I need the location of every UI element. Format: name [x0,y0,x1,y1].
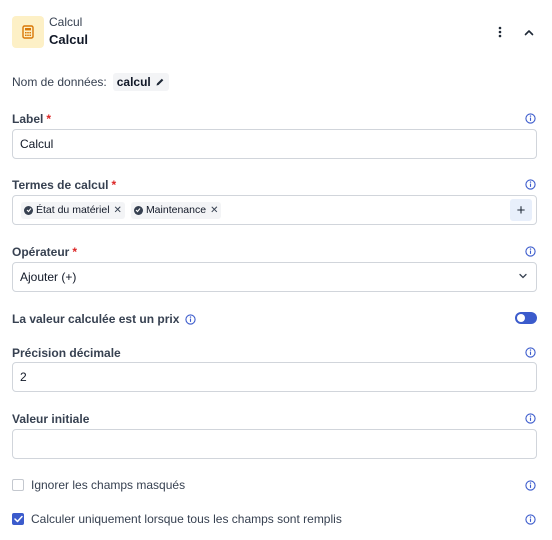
ignore-hidden-checkbox[interactable] [12,479,24,491]
chevron-down-icon [519,273,527,279]
pencil-icon [156,78,164,86]
info-icon[interactable] [525,179,536,190]
info-icon[interactable] [525,347,536,358]
remove-tag-icon[interactable]: ✕ [114,205,122,216]
field-header: Calcul Calcul [12,14,540,50]
term-tag-label: État du matériel [36,204,110,216]
data-name-row: Nom de données: calcul [12,73,169,91]
label-input[interactable] [13,130,536,158]
more-options-button[interactable] [490,22,510,42]
info-icon[interactable] [525,514,536,525]
ignore-hidden-label: Ignorer les champs masqués [31,478,186,492]
operator-select[interactable]: Ajouter (+) [12,262,537,292]
add-term-button[interactable]: + [510,199,532,221]
terms-field-label: Termes de calcul * [12,178,117,192]
term-tag: État du matériel ✕ [21,201,125,219]
toggle-knob [517,314,525,322]
operator-field-label: Opérateur * [12,245,78,259]
chevron-up-icon [524,29,534,35]
collapse-button[interactable] [519,22,539,42]
label-input-wrapper [12,129,537,159]
info-icon[interactable] [525,246,536,257]
info-icon[interactable] [525,113,536,124]
data-name-label: Nom de données: [12,75,107,89]
field-name-title: Calcul [49,32,89,47]
required-asterisk: * [46,112,52,126]
data-name-chip[interactable]: calcul [112,73,169,91]
initial-value-input-wrapper [12,429,537,459]
compute-when-filled-label: Calculer uniquement lorsque tous les cha… [31,512,342,526]
required-asterisk: * [72,245,78,259]
more-vertical-icon [498,26,502,38]
initial-value-field-label: Valeur initiale [12,412,90,426]
price-toggle-label: La valeur calculée est un prix [12,312,180,326]
price-toggle-row: La valeur calculée est un prix [12,312,197,326]
check-circle-icon [24,205,33,215]
price-toggle[interactable] [515,312,537,324]
term-tag-label: Maintenance [145,204,207,216]
calculator-icon-tile [12,16,44,48]
check-circle-icon [133,205,143,215]
compute-when-filled-checkbox[interactable] [12,513,24,525]
info-icon[interactable] [525,480,536,491]
field-type-label: Calcul [49,15,83,29]
calculator-icon [22,25,34,39]
precision-input[interactable] [13,363,536,391]
precision-field-label: Précision décimale [12,346,121,360]
term-tag: Maintenance ✕ [130,201,222,219]
initial-value-input[interactable] [13,430,536,458]
check-icon [13,515,23,523]
remove-tag-icon[interactable]: ✕ [210,205,218,216]
label-field-label: Label * [12,112,52,126]
data-name-value: calcul [116,75,151,89]
info-icon[interactable] [185,313,197,325]
precision-input-wrapper [12,362,537,392]
operator-selected-value: Ajouter (+) [20,270,77,284]
terms-multiselect[interactable]: État du matériel ✕ Maintenance ✕ + [12,195,537,225]
required-asterisk: * [111,178,117,192]
info-icon[interactable] [525,413,536,424]
